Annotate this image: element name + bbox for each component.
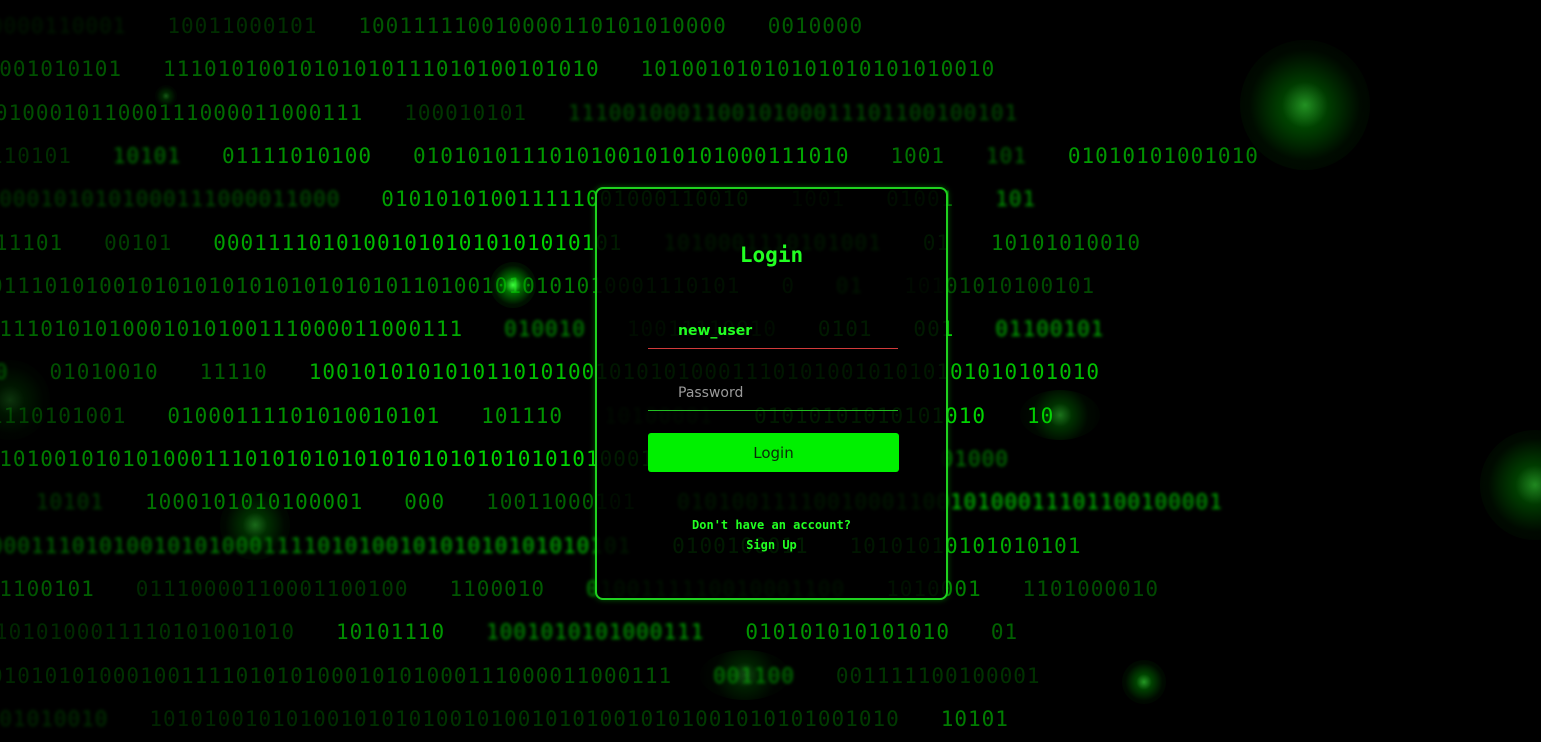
binary-row: 00011101 00101 0001111010100101010101010…	[0, 230, 1182, 255]
matrix-login-page: 1101010010 10101001010100101010100101001…	[0, 0, 1541, 742]
binary-row: 1101010010 10101001010100101010100101001…	[0, 706, 1050, 731]
binary-row: 110101 10101 01111010100 010101011101010…	[0, 143, 1300, 168]
login-title: Login	[739, 243, 804, 267]
glow-orb	[1480, 430, 1541, 540]
login-button[interactable]: Login	[648, 433, 899, 472]
glow-orb	[1240, 40, 1370, 170]
binary-row: 0001110101001010100011110101001010101010…	[0, 533, 1123, 558]
binary-row: 101110101010001010100111000011000111 010…	[0, 317, 1146, 342]
glow-orb	[220, 490, 290, 560]
binary-row: 01001010101 1110101001010101011101010010…	[0, 57, 1037, 82]
glow-orb	[490, 262, 536, 308]
binary-row: 0111010100101010101010101010101101001010…	[0, 273, 1137, 298]
binary-row: 0101010100011110101001010 10101110 10010…	[0, 620, 1060, 645]
signup-prompt-text: Don't have an account?	[692, 518, 851, 532]
login-card: Login Login Don't have an account? Sign …	[595, 187, 948, 600]
signup-prompt-area: Don't have an account? Sign Up	[597, 515, 946, 555]
binary-row: 0000110001 10011000101 10011111001000011…	[0, 14, 905, 38]
binary-row: 1000 01010010 11110 10010101010101101010…	[0, 360, 1099, 385]
glow-orb	[155, 85, 177, 107]
binary-row: 0101010100010011110101010001010100011100…	[0, 663, 1082, 688]
username-input[interactable]	[648, 313, 898, 349]
glow-orb	[1020, 390, 1100, 440]
password-input[interactable]	[648, 375, 898, 411]
glow-orb	[1122, 660, 1166, 704]
signup-link[interactable]: Sign Up	[746, 538, 797, 552]
glow-orb	[700, 650, 790, 700]
